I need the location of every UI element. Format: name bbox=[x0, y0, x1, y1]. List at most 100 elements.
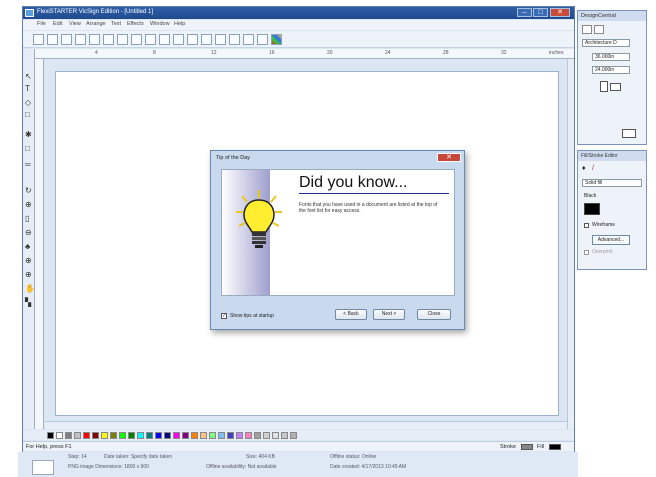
weed-icon[interactable] bbox=[117, 34, 128, 45]
title-bar[interactable]: FlexiSTARTER VicSign Edition - [Untitled… bbox=[23, 7, 574, 19]
menu-text[interactable]: Text bbox=[111, 21, 121, 27]
palette-swatch[interactable] bbox=[101, 432, 108, 439]
palette-swatch[interactable] bbox=[236, 432, 243, 439]
palette-swatch[interactable] bbox=[92, 432, 99, 439]
align-icon[interactable] bbox=[215, 34, 226, 45]
minimize-button[interactable]: – bbox=[517, 8, 532, 17]
palette-swatch[interactable] bbox=[47, 432, 54, 439]
menu-file[interactable]: File bbox=[37, 21, 46, 27]
overprint-checkbox[interactable] bbox=[584, 250, 589, 255]
menu-help[interactable]: Help bbox=[174, 21, 185, 27]
next-button[interactable]: Next > bbox=[373, 309, 405, 320]
menu-effects[interactable]: Effects bbox=[127, 21, 144, 27]
measure-tool-icon[interactable]: ═ bbox=[25, 161, 33, 169]
horizontal-scrollbar[interactable] bbox=[45, 421, 567, 429]
palette-swatch[interactable] bbox=[281, 432, 288, 439]
show-tips-checkbox[interactable]: ✓ bbox=[221, 313, 227, 319]
text-tool-icon[interactable]: T bbox=[25, 85, 33, 93]
palette-swatch[interactable] bbox=[200, 432, 207, 439]
star-tool-icon[interactable]: ✱ bbox=[25, 131, 33, 139]
dialog-close-button[interactable]: ✕ bbox=[437, 153, 461, 162]
stroke-pen-icon[interactable]: / bbox=[592, 165, 600, 173]
zoom-out-icon[interactable]: ⊖ bbox=[25, 229, 33, 237]
page-tool-icon[interactable]: ▯ bbox=[25, 215, 33, 223]
dialog-close-btn[interactable]: Close bbox=[417, 309, 451, 320]
redo-icon[interactable] bbox=[201, 34, 212, 45]
send-icon[interactable] bbox=[89, 34, 100, 45]
palette-swatch[interactable] bbox=[164, 432, 171, 439]
node-tool-icon[interactable]: □ bbox=[25, 145, 33, 153]
page-height-field[interactable]: 24.000in bbox=[592, 66, 630, 74]
zoom-tool-icon[interactable]: ⊕ bbox=[25, 257, 33, 265]
palette-swatch[interactable] bbox=[65, 432, 72, 439]
menu-window[interactable]: Window bbox=[150, 21, 170, 27]
fill-bucket-icon[interactable]: ♦ bbox=[582, 165, 590, 173]
palette-swatch[interactable] bbox=[290, 432, 297, 439]
palette-swatch[interactable] bbox=[137, 432, 144, 439]
palette-swatch[interactable] bbox=[173, 432, 180, 439]
palette-swatch[interactable] bbox=[182, 432, 189, 439]
advanced-button[interactable]: Advanced... bbox=[592, 235, 630, 245]
landscape-icon[interactable] bbox=[610, 83, 621, 91]
palette-swatch[interactable] bbox=[254, 432, 261, 439]
rectangle-tool-icon[interactable]: □ bbox=[25, 111, 33, 119]
undo-icon[interactable] bbox=[187, 34, 198, 45]
hand-tool-icon[interactable]: ✋ bbox=[25, 285, 35, 293]
palette-swatch[interactable] bbox=[155, 432, 162, 439]
page-preset-select[interactable]: Architecture D bbox=[582, 39, 630, 47]
palette-swatch[interactable] bbox=[263, 432, 270, 439]
palette-swatch[interactable] bbox=[218, 432, 225, 439]
back-button[interactable]: < Back bbox=[335, 309, 367, 320]
layout-icon[interactable] bbox=[229, 34, 240, 45]
zoom-fit-icon[interactable]: ⊕ bbox=[25, 271, 33, 279]
scissors-icon[interactable] bbox=[145, 34, 156, 45]
cut-job-icon[interactable] bbox=[75, 34, 86, 45]
menu-view[interactable]: View bbox=[69, 21, 81, 27]
zoom-icon[interactable] bbox=[257, 34, 268, 45]
palette-swatch[interactable] bbox=[245, 432, 252, 439]
fill-mode-select[interactable]: Solid fill bbox=[582, 179, 642, 187]
color-icon[interactable] bbox=[271, 34, 282, 45]
palette-swatch[interactable] bbox=[110, 432, 117, 439]
menu-arrange[interactable]: Arrange bbox=[86, 21, 106, 27]
page-width-field[interactable]: 36.000in bbox=[592, 53, 630, 61]
eyedropper-tool-icon[interactable]: ▚ bbox=[25, 299, 33, 307]
paste-icon[interactable] bbox=[173, 34, 184, 45]
open-file-icon[interactable] bbox=[47, 34, 58, 45]
maximize-button[interactable]: □ bbox=[533, 8, 548, 17]
page-options-icon[interactable] bbox=[594, 25, 604, 34]
tip-text: Fonts that you have used in a document a… bbox=[299, 202, 438, 214]
shape-tool-icon[interactable]: ◇ bbox=[25, 99, 33, 107]
palette-swatch[interactable] bbox=[146, 432, 153, 439]
fill-color-swatch[interactable] bbox=[584, 203, 600, 215]
production-icon[interactable] bbox=[131, 34, 142, 45]
palette-swatch[interactable] bbox=[128, 432, 135, 439]
copy-icon[interactable] bbox=[159, 34, 170, 45]
palette-swatch[interactable] bbox=[227, 432, 234, 439]
zoom-in-icon[interactable]: ⊕ bbox=[25, 201, 33, 209]
info-image-type: PNG image Dimensions: 1800 x 900 bbox=[68, 464, 149, 470]
palette-swatch[interactable] bbox=[119, 432, 126, 439]
page-setup-icon[interactable] bbox=[582, 25, 592, 34]
rotate-tool-icon[interactable]: ↻ bbox=[25, 187, 33, 195]
palette-swatch[interactable] bbox=[74, 432, 81, 439]
stroke-swatch[interactable] bbox=[521, 444, 533, 450]
print-icon[interactable] bbox=[103, 34, 114, 45]
wireframe-checkbox[interactable] bbox=[584, 223, 589, 228]
save-icon[interactable] bbox=[61, 34, 72, 45]
new-file-icon[interactable] bbox=[33, 34, 44, 45]
close-button[interactable]: ✕ bbox=[550, 8, 570, 17]
select-tool-icon[interactable]: ↖ bbox=[25, 73, 33, 81]
palette-swatch[interactable] bbox=[272, 432, 279, 439]
menu-edit[interactable]: Edit bbox=[53, 21, 62, 27]
palette-swatch[interactable] bbox=[209, 432, 216, 439]
fill-tool-icon[interactable]: ♣ bbox=[25, 243, 33, 251]
fill-icon[interactable] bbox=[243, 34, 254, 45]
vertical-scrollbar[interactable] bbox=[567, 59, 574, 429]
fill-swatch[interactable] bbox=[549, 444, 561, 450]
portrait-icon[interactable] bbox=[600, 81, 608, 92]
palette-swatch[interactable] bbox=[83, 432, 90, 439]
palette-swatch[interactable] bbox=[56, 432, 63, 439]
palette-swatch[interactable] bbox=[191, 432, 198, 439]
panel-toggle-icon[interactable] bbox=[622, 129, 636, 138]
